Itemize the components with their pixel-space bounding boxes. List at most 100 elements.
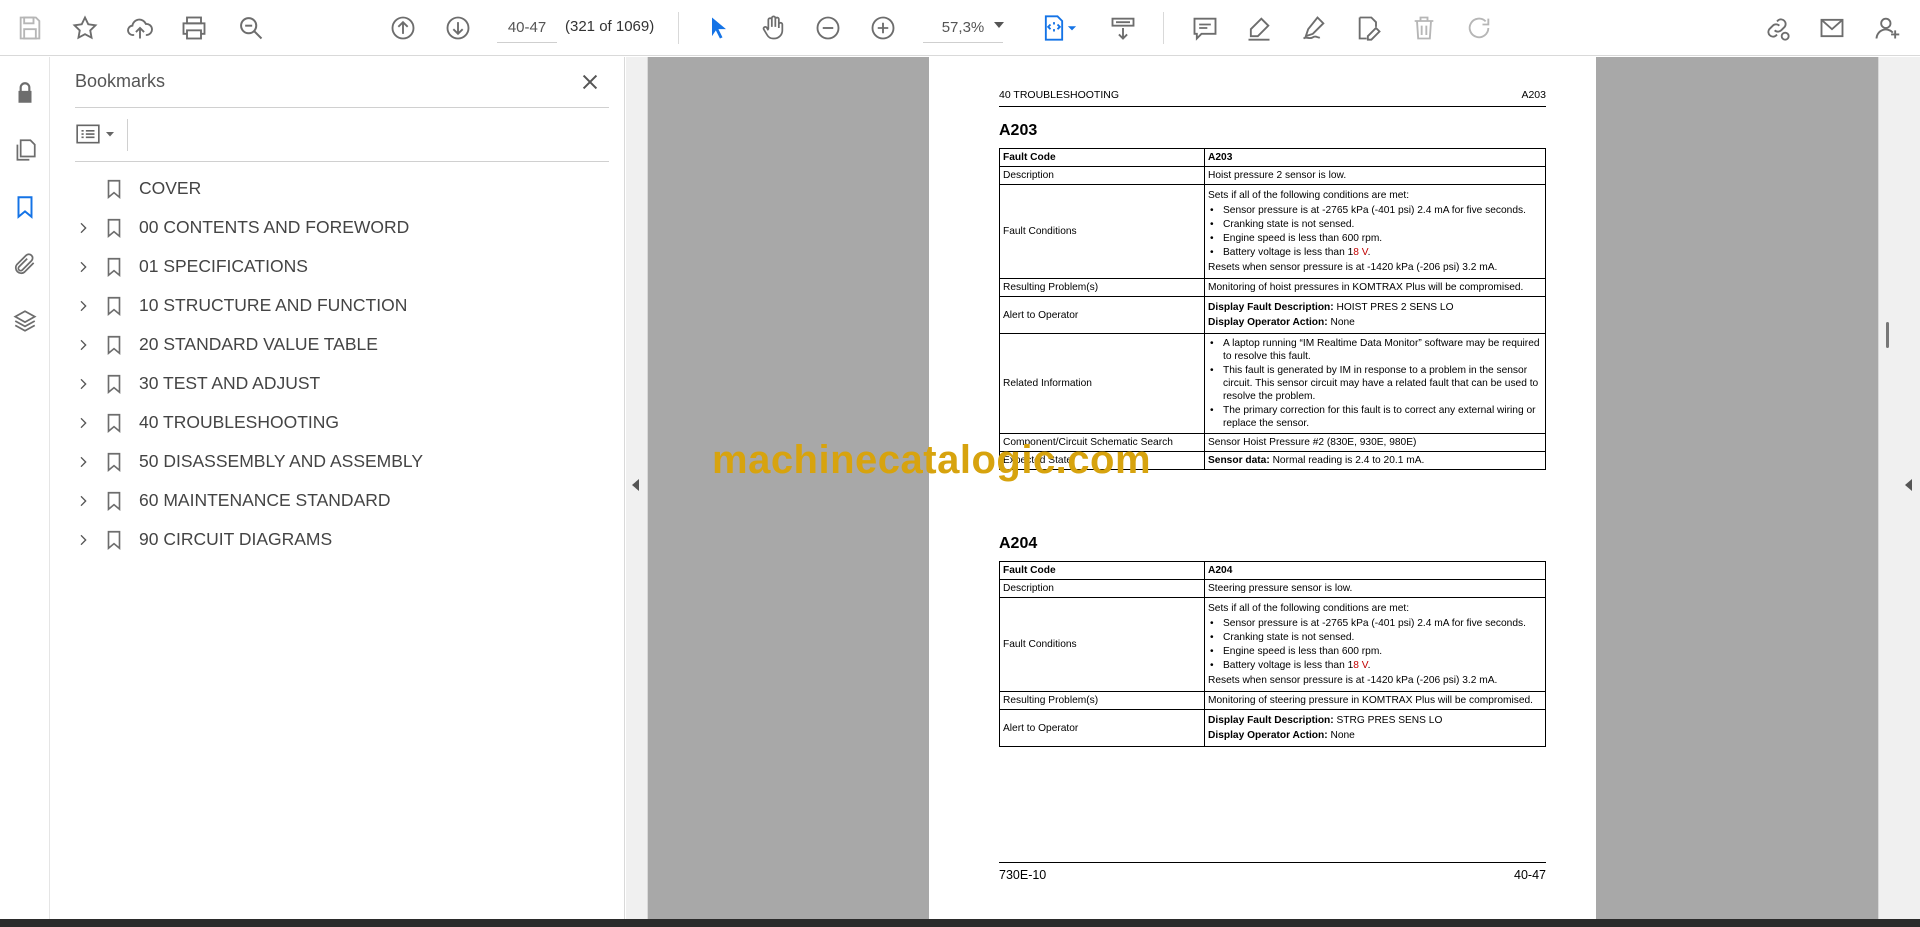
bookmark-item-cover[interactable]: COVER xyxy=(71,169,611,208)
zoom-in-icon[interactable] xyxy=(865,10,901,46)
bookmark-item-disassembly[interactable]: 50 DISASSEMBLY AND ASSEMBLY xyxy=(71,442,611,481)
bookmark-item-standard-value[interactable]: 20 STANDARD VALUE TABLE xyxy=(71,325,611,364)
list-item: Cranking state is not sensed. xyxy=(1208,218,1542,231)
close-icon[interactable] xyxy=(575,67,605,97)
bookmark-icon xyxy=(101,449,127,475)
related-list: A laptop running “IM Realtime Data Monit… xyxy=(1208,337,1542,430)
list-item: Sensor pressure is at -2765 kPa (-401 ps… xyxy=(1208,617,1542,630)
toolbar-divider xyxy=(1163,12,1164,44)
hand-icon[interactable] xyxy=(755,10,791,46)
table-cell: Fault Conditions xyxy=(999,184,1205,279)
toolbar: (321 of 1069) xyxy=(0,0,1920,56)
table-row: Fault Code A204 xyxy=(999,561,1546,580)
display-action: Display Operator Action: None xyxy=(1208,316,1542,329)
chevron-right-icon[interactable] xyxy=(71,216,95,240)
lock-icon[interactable] xyxy=(9,77,41,109)
chevron-right-icon[interactable] xyxy=(71,372,95,396)
text-span: Display Fault Description: xyxy=(1208,302,1334,313)
bookmark-item-specifications[interactable]: 01 SPECIFICATIONS xyxy=(71,247,611,286)
text-span: . xyxy=(1367,247,1371,258)
chevron-left-icon xyxy=(1905,479,1912,491)
sign-icon[interactable] xyxy=(1296,10,1332,46)
chevron-right-icon[interactable] xyxy=(71,450,95,474)
print-icon[interactable] xyxy=(176,10,212,46)
table-cell: Display Fault Description: STRG PRES SEN… xyxy=(1204,709,1546,747)
scrollbar-thumb[interactable] xyxy=(1886,322,1889,348)
chevron-right-icon[interactable] xyxy=(71,294,95,318)
zoom-out-icon[interactable] xyxy=(810,10,846,46)
table-cell: Sets if all of the following conditions … xyxy=(1204,597,1546,692)
fit-page-dropdown-icon[interactable] xyxy=(1064,10,1080,46)
header-code: A203 xyxy=(1521,89,1546,101)
comment-icon[interactable] xyxy=(1187,10,1223,46)
text-span: STRG PRES SENS LO xyxy=(1336,715,1443,726)
email-icon[interactable] xyxy=(1814,10,1850,46)
zoom-input[interactable] xyxy=(923,13,1003,43)
attachment-icon[interactable] xyxy=(9,248,41,280)
star-icon[interactable] xyxy=(67,10,103,46)
page-number-input[interactable] xyxy=(497,13,557,43)
list-item: Battery voltage is less than 18 V. xyxy=(1208,246,1542,259)
bookmark-item-contents[interactable]: 00 CONTENTS AND FOREWORD xyxy=(71,208,611,247)
bookmark-item-troubleshooting[interactable]: 40 TROUBLESHOOTING xyxy=(71,403,611,442)
bookmarks-panel: Bookmarks COVER 00 CONTENTS AND FOREWORD… xyxy=(51,57,625,919)
chevron-right-icon[interactable] xyxy=(71,528,95,552)
table-cell: Description xyxy=(999,579,1205,598)
edit-pdf-icon[interactable] xyxy=(1351,10,1387,46)
account-icon[interactable] xyxy=(1869,10,1905,46)
table-row: Description Hoist pressure 2 sensor is l… xyxy=(999,166,1546,185)
collapse-panel-button[interactable] xyxy=(626,57,648,919)
chevron-right-icon[interactable] xyxy=(71,411,95,435)
upload-icon[interactable] xyxy=(122,10,158,46)
layers-icon[interactable] xyxy=(9,305,41,337)
highlight-icon[interactable] xyxy=(1241,10,1277,46)
bookmark-label: 40 TROUBLESHOOTING xyxy=(139,412,340,432)
chevron-left-icon xyxy=(632,479,639,491)
bookmark-item-circuit-diagrams[interactable]: 90 CIRCUIT DIAGRAMS xyxy=(71,520,611,559)
bookmark-icon[interactable] xyxy=(9,191,41,223)
bookmark-item-test-adjust[interactable]: 30 TEST AND ADJUST xyxy=(71,364,611,403)
taskbar-strip xyxy=(0,919,1920,927)
list-item: Engine speed is less than 600 rpm. xyxy=(1208,645,1542,658)
bookmark-list: COVER 00 CONTENTS AND FOREWORD 01 SPECIF… xyxy=(71,169,611,559)
bookmark-label: 90 CIRCUIT DIAGRAMS xyxy=(139,529,333,549)
list-item: Battery voltage is less than 18 V. xyxy=(1208,659,1542,672)
chevron-right-icon[interactable] xyxy=(71,333,95,357)
table-cell: Sets if all of the following conditions … xyxy=(1204,184,1546,279)
expand-right-panel-button[interactable] xyxy=(1878,57,1920,919)
table-cell: A203 xyxy=(1204,148,1546,167)
pages-icon[interactable] xyxy=(9,134,41,166)
bookmark-icon xyxy=(101,371,127,397)
page-up-icon[interactable] xyxy=(385,10,421,46)
chevron-right-icon[interactable] xyxy=(71,255,95,279)
table-row: Alert to Operator Display Fault Descript… xyxy=(999,296,1546,334)
table-row: Resulting Problem(s) Monitoring of steer… xyxy=(999,691,1546,710)
table-cell: A laptop running “IM Realtime Data Monit… xyxy=(1204,333,1546,434)
bookmark-options-button[interactable] xyxy=(75,119,121,149)
left-nav-rail xyxy=(0,57,50,919)
bookmark-label: 20 STANDARD VALUE TABLE xyxy=(139,334,378,354)
rotate-icon[interactable] xyxy=(1461,10,1497,46)
scroll-mode-icon[interactable] xyxy=(1105,10,1141,46)
table-cell: Sensor data: Normal reading is 2.4 to 20… xyxy=(1204,451,1546,470)
bookmark-icon xyxy=(101,527,127,553)
chevron-right-icon[interactable] xyxy=(71,489,95,513)
table-row: Description Steering pressure sensor is … xyxy=(999,579,1546,598)
footer-page-number: 40-47 xyxy=(1514,868,1546,882)
bookmark-item-structure[interactable]: 10 STRUCTURE AND FUNCTION xyxy=(71,286,611,325)
delete-icon[interactable] xyxy=(1406,10,1442,46)
panel-divider xyxy=(75,107,609,108)
bookmark-item-maintenance[interactable]: 60 MAINTENANCE STANDARD xyxy=(71,481,611,520)
save-icon[interactable] xyxy=(12,10,48,46)
search-icon[interactable] xyxy=(233,10,269,46)
page-down-icon[interactable] xyxy=(440,10,476,46)
table-row: Fault Conditions Sets if all of the foll… xyxy=(999,184,1546,279)
list-item: Sensor pressure is at -2765 kPa (-401 ps… xyxy=(1208,204,1542,217)
table-cell: Alert to Operator xyxy=(999,709,1205,747)
share-link-icon[interactable] xyxy=(1759,10,1795,46)
select-cursor-icon[interactable] xyxy=(701,10,737,46)
table-cell: Monitoring of hoist pressures in KOMTRAX… xyxy=(1204,278,1546,297)
zoom-dropdown-icon[interactable] xyxy=(994,22,1004,28)
list-item: A laptop running “IM Realtime Data Monit… xyxy=(1208,337,1542,363)
text-span: 8 V xyxy=(1353,660,1368,671)
